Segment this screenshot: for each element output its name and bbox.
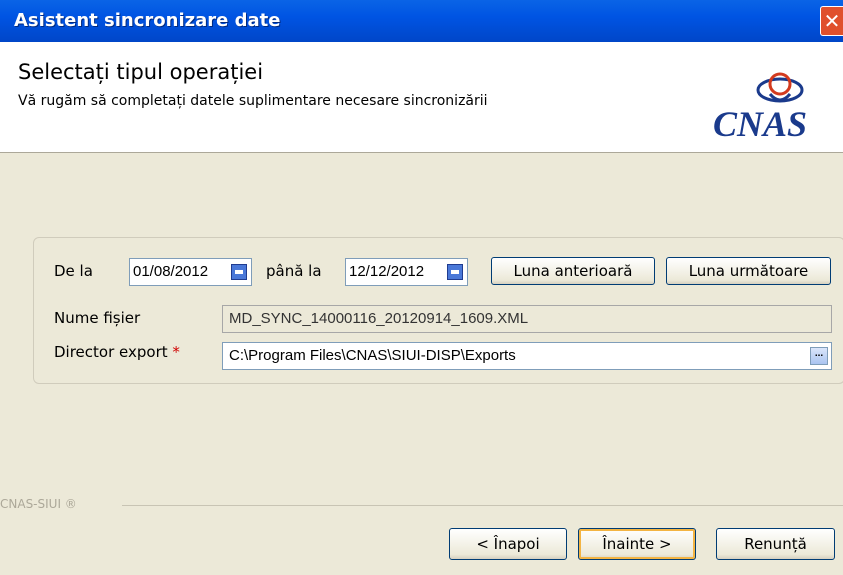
previous-month-button[interactable]: Luna anterioară xyxy=(491,257,655,285)
wizard-header: Selectați tipul operației Vă rugăm să co… xyxy=(0,42,843,153)
from-label: De la xyxy=(54,262,93,280)
cnas-logo-text: CNAS xyxy=(713,104,807,144)
cnas-logo: CNAS xyxy=(713,72,807,144)
export-dir-value: C:\Program Files\CNAS\SIUI-DISP\Exports xyxy=(229,347,516,364)
required-mark: * xyxy=(172,343,180,361)
filename-label: Nume fișier xyxy=(54,309,141,327)
footer-divider xyxy=(122,505,843,506)
close-icon: ✕ xyxy=(823,9,841,33)
to-date-picker[interactable]: 12/12/2012 xyxy=(345,258,468,286)
from-date-picker[interactable]: 01/08/2012 xyxy=(129,258,252,286)
from-date-value: 01/08/2012 xyxy=(133,263,209,280)
filename-field: MD_SYNC_14000116_20120914_1609.XML xyxy=(222,305,832,333)
next-month-button[interactable]: Luna următoare xyxy=(666,257,831,285)
to-date-value: 12/12/2012 xyxy=(349,263,425,280)
export-dir-label: Director export * xyxy=(54,343,180,361)
calendar-icon[interactable] xyxy=(447,264,463,280)
cancel-button[interactable]: Renunță xyxy=(716,528,835,560)
brand-label: CNAS-SIUI ® xyxy=(0,497,77,511)
title-bar: Asistent sincronizare date ✕ xyxy=(0,0,843,42)
window-title: Asistent sincronizare date xyxy=(14,10,281,31)
to-label: până la xyxy=(266,262,322,280)
page-title: Selectați tipul operației xyxy=(18,60,264,84)
back-button[interactable]: < Înapoi xyxy=(449,528,567,560)
calendar-icon[interactable] xyxy=(231,264,247,280)
next-button[interactable]: Înainte > xyxy=(578,528,696,560)
browse-button[interactable]: ... xyxy=(810,347,828,365)
export-dir-input[interactable]: C:\Program Files\CNAS\SIUI-DISP\Exports … xyxy=(222,342,832,370)
close-button[interactable]: ✕ xyxy=(820,6,843,36)
page-subtitle: Vă rugăm să completați datele suplimenta… xyxy=(18,93,488,109)
